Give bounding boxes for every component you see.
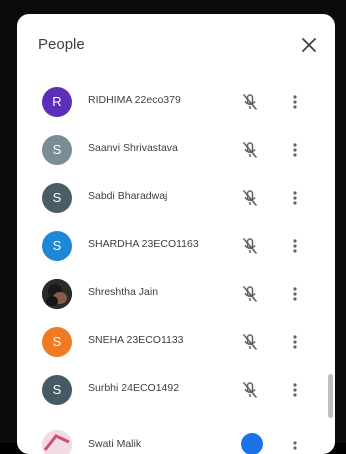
participant-list[interactable]: R RIDHIMA 22eco379 S Saanvi Shrivastava …	[17, 78, 335, 454]
avatar	[42, 279, 72, 309]
more-vert-icon[interactable]	[288, 236, 302, 256]
participant-name: Shreshtha Jain	[88, 286, 159, 298]
more-vert-icon[interactable]	[288, 92, 302, 112]
more-vert-icon[interactable]	[288, 188, 302, 208]
participant-row[interactable]: S Sabdi Bharadwaj	[17, 174, 321, 222]
more-vert-icon[interactable]	[288, 380, 302, 400]
panel-title: People	[38, 36, 85, 53]
more-vert-icon[interactable]	[288, 438, 302, 454]
more-vert-icon[interactable]	[288, 284, 302, 304]
avatar: S	[42, 231, 72, 261]
participant-name: Swati Malik	[88, 438, 142, 450]
more-vert-icon[interactable]	[288, 332, 302, 352]
mic-off-icon	[240, 92, 260, 112]
participant-row[interactable]: S Surbhi 24ECO1492	[17, 366, 321, 414]
participant-name: Sabdi Bharadwaj	[88, 190, 168, 202]
status-badge	[241, 433, 263, 454]
mic-off-icon	[240, 284, 260, 304]
participant-row[interactable]: S SNEHA 23ECO1133	[17, 318, 321, 366]
participant-row[interactable]: S Saanvi Shrivastava	[17, 126, 321, 174]
scrollbar[interactable]	[328, 374, 333, 418]
participant-row[interactable]: R RIDHIMA 22eco379	[17, 78, 321, 126]
participant-name: Surbhi 24ECO1492	[88, 382, 180, 394]
close-icon[interactable]	[298, 34, 320, 56]
participant-row[interactable]: S SHARDHA 23ECO1163	[17, 222, 321, 270]
mic-off-icon	[240, 332, 260, 352]
participant-name: SHARDHA 23ECO1163	[88, 238, 199, 250]
mic-off-icon	[240, 380, 260, 400]
people-panel: People R RIDHIMA 22eco379 S Saanvi Shriv…	[17, 14, 335, 454]
screen-frame: People R RIDHIMA 22eco379 S Saanvi Shriv…	[0, 0, 346, 454]
mic-off-icon	[240, 236, 260, 256]
avatar: R	[42, 87, 72, 117]
more-vert-icon[interactable]	[288, 140, 302, 160]
avatar: S	[42, 327, 72, 357]
avatar: S	[42, 183, 72, 213]
mic-off-icon	[240, 140, 260, 160]
participant-name: SNEHA 23ECO1133	[88, 334, 184, 346]
avatar: S	[42, 135, 72, 165]
avatar	[42, 430, 72, 454]
participant-row[interactable]: Shreshtha Jain	[17, 270, 321, 318]
participant-name: RIDHIMA 22eco379	[88, 94, 181, 106]
avatar: S	[42, 375, 72, 405]
mic-off-icon	[240, 188, 260, 208]
panel-header: People	[17, 14, 335, 78]
participant-name: Saanvi Shrivastava	[88, 142, 178, 154]
